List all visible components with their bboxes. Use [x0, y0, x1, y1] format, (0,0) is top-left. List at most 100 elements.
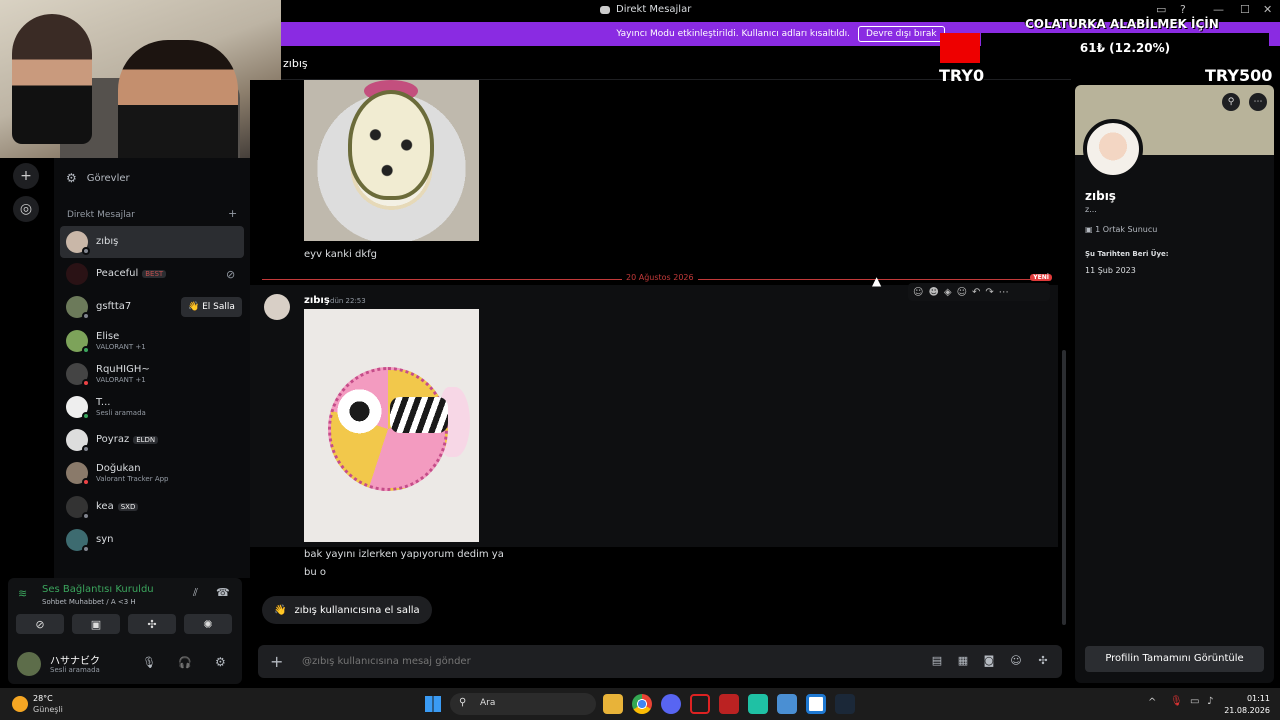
- dm-item[interactable]: T... Sesli aramada: [60, 391, 244, 423]
- dm-item[interactable]: syn: [60, 524, 244, 556]
- gif-icon[interactable]: ▦: [956, 654, 970, 668]
- chrome-icon[interactable]: [632, 694, 652, 714]
- dm-item[interactable]: Peaceful BEST ⊘: [60, 258, 244, 290]
- reaction-icon[interactable]: ☺: [913, 287, 923, 298]
- wave-prompt-button[interactable]: 👋 zıbış kullanıcısına el salla: [262, 596, 432, 624]
- more-icon[interactable]: ⋯: [999, 287, 1009, 298]
- microphone-icon[interactable]: 🎙: [142, 656, 156, 669]
- chat-scrollbar[interactable]: [1062, 350, 1066, 625]
- window-title: Direkt Mesajlar: [600, 4, 691, 15]
- microphone-icon[interactable]: 🎙: [1170, 696, 1183, 707]
- taskbar-search[interactable]: ⚲ Ara: [450, 693, 596, 715]
- minimize-icon[interactable]: —: [1213, 3, 1224, 16]
- avatar: [66, 296, 90, 320]
- message-composer: + ▤ ▦ ◙ ☺ ✣: [258, 645, 1062, 678]
- avatar: [66, 496, 90, 520]
- view-full-profile-button[interactable]: Profilin Tamamını Görüntüle: [1085, 646, 1264, 672]
- start-icon[interactable]: [425, 696, 441, 712]
- dm-item[interactable]: Elise VALORANT +1: [60, 325, 244, 357]
- signal-icon[interactable]: ≋: [18, 587, 27, 600]
- weather-sun-icon[interactable]: [12, 696, 28, 712]
- forward-icon[interactable]: ↷: [985, 287, 993, 298]
- apps-icon[interactable]: ✣: [1036, 654, 1050, 668]
- activities-button[interactable]: ✣: [128, 614, 176, 634]
- reaction-icon[interactable]: ◈: [944, 287, 952, 298]
- reply-icon[interactable]: ↶: [972, 287, 980, 298]
- camera-off-button[interactable]: ⊘: [16, 614, 64, 634]
- create-dm-icon[interactable]: +: [228, 207, 237, 220]
- emoji-icon[interactable]: ☺: [1009, 654, 1023, 668]
- riot-icon[interactable]: [690, 694, 710, 714]
- avatar[interactable]: [17, 652, 41, 676]
- avatar[interactable]: [264, 294, 290, 320]
- add-reaction-icon[interactable]: ☺: [957, 287, 967, 298]
- wave-button[interactable]: 👋 El Salla: [181, 297, 242, 317]
- block-icon[interactable]: ⊘: [226, 268, 235, 281]
- voice-channel[interactable]: Sohbet Muhabbet / A <3 H: [42, 598, 136, 606]
- message-input[interactable]: [302, 653, 862, 669]
- screen-share-button[interactable]: ▣: [72, 614, 120, 634]
- settings-gear-icon[interactable]: ⚙: [215, 655, 226, 669]
- message-image-pufferfish[interactable]: [304, 309, 479, 542]
- gift-icon[interactable]: ▤: [930, 654, 944, 668]
- chevron-up-icon[interactable]: ^: [1148, 697, 1156, 708]
- search-icon: ⚲: [459, 697, 467, 708]
- sticker-icon[interactable]: ◙: [982, 654, 996, 668]
- mutual-servers[interactable]: ▣ 1 Ortak Sunucu: [1085, 225, 1157, 234]
- search-label: Ara: [480, 698, 496, 708]
- dm-name: Peaceful: [96, 268, 139, 279]
- dm-tag: BEST: [142, 269, 167, 279]
- help-icon[interactable]: ?: [1180, 3, 1186, 16]
- dm-tag: SXD: [117, 502, 139, 512]
- profile-avatar[interactable]: [1083, 119, 1143, 179]
- maximize-icon[interactable]: ☐: [1240, 3, 1250, 16]
- disconnect-icon[interactable]: ☎: [216, 586, 230, 599]
- discord-icon[interactable]: [661, 694, 681, 714]
- dm-item[interactable]: RquHIGH~ VALORANT +1: [60, 358, 244, 390]
- dm-section-header: Direkt Mesajlar: [67, 210, 135, 220]
- webcam-feed: [0, 0, 281, 158]
- goal-progress-fill: [940, 33, 980, 63]
- taskbar: 28°C Güneşli ⚲ Ara ^ 🎙 ▭ ♪ 01:11 21.08.2…: [0, 688, 1280, 720]
- mutual-servers-label: 1 Ortak Sunucu: [1095, 225, 1158, 234]
- steam-icon[interactable]: [835, 694, 855, 714]
- reaction-icon[interactable]: ☻: [928, 287, 938, 298]
- avatar: [66, 263, 88, 285]
- profile-name: zıbış: [1085, 189, 1116, 203]
- dm-name: Doğukan: [96, 462, 141, 474]
- dm-name: Poyraz: [96, 434, 130, 445]
- avatar: [66, 429, 90, 453]
- dm-item[interactable]: Poyraz ELDN: [60, 424, 244, 456]
- volume-icon[interactable]: ♪: [1207, 696, 1213, 707]
- disable-streamer-mode-button[interactable]: Devre dışı bırak: [857, 26, 945, 42]
- soundboard-button[interactable]: ✺: [184, 614, 232, 634]
- dm-name: RquHIGH~: [96, 363, 150, 375]
- inbox-icon[interactable]: ▭: [1156, 3, 1166, 16]
- dm-item[interactable]: zıbış: [60, 226, 244, 258]
- more-icon[interactable]: ⋯: [1249, 93, 1267, 111]
- noise-suppression-icon[interactable]: ⫽: [193, 586, 198, 600]
- dm-item[interactable]: kea SXD: [60, 491, 244, 523]
- message-image-beetle[interactable]: [304, 80, 479, 241]
- add-server-icon[interactable]: +: [13, 163, 39, 189]
- avatar: [66, 529, 90, 553]
- close-icon[interactable]: ✕: [1263, 3, 1272, 16]
- webcam-person-right: [118, 40, 238, 158]
- file-explorer-icon[interactable]: [603, 694, 623, 714]
- dm-name: zıbış: [96, 236, 119, 247]
- headphones-icon[interactable]: 🎧: [178, 656, 192, 669]
- dm-item[interactable]: Doğukan Valorant Tracker App: [60, 457, 244, 489]
- app-icon[interactable]: [748, 694, 768, 714]
- dm-activity: VALORANT +1: [96, 342, 146, 351]
- clock-date[interactable]: 21.08.2026: [1224, 706, 1270, 715]
- nav-tasks[interactable]: ⚙ Görevler: [62, 163, 246, 193]
- add-friend-icon[interactable]: ⚲: [1222, 93, 1240, 111]
- message-author[interactable]: zıbış: [304, 295, 330, 306]
- add-attachment-icon[interactable]: +: [270, 652, 283, 671]
- app-icon[interactable]: [777, 694, 797, 714]
- display-icon[interactable]: ▭: [1190, 696, 1199, 707]
- clock-time[interactable]: 01:11: [1247, 694, 1270, 703]
- app-icon[interactable]: [806, 694, 826, 714]
- explore-icon[interactable]: ◎: [13, 196, 39, 222]
- obs-icon[interactable]: [719, 694, 739, 714]
